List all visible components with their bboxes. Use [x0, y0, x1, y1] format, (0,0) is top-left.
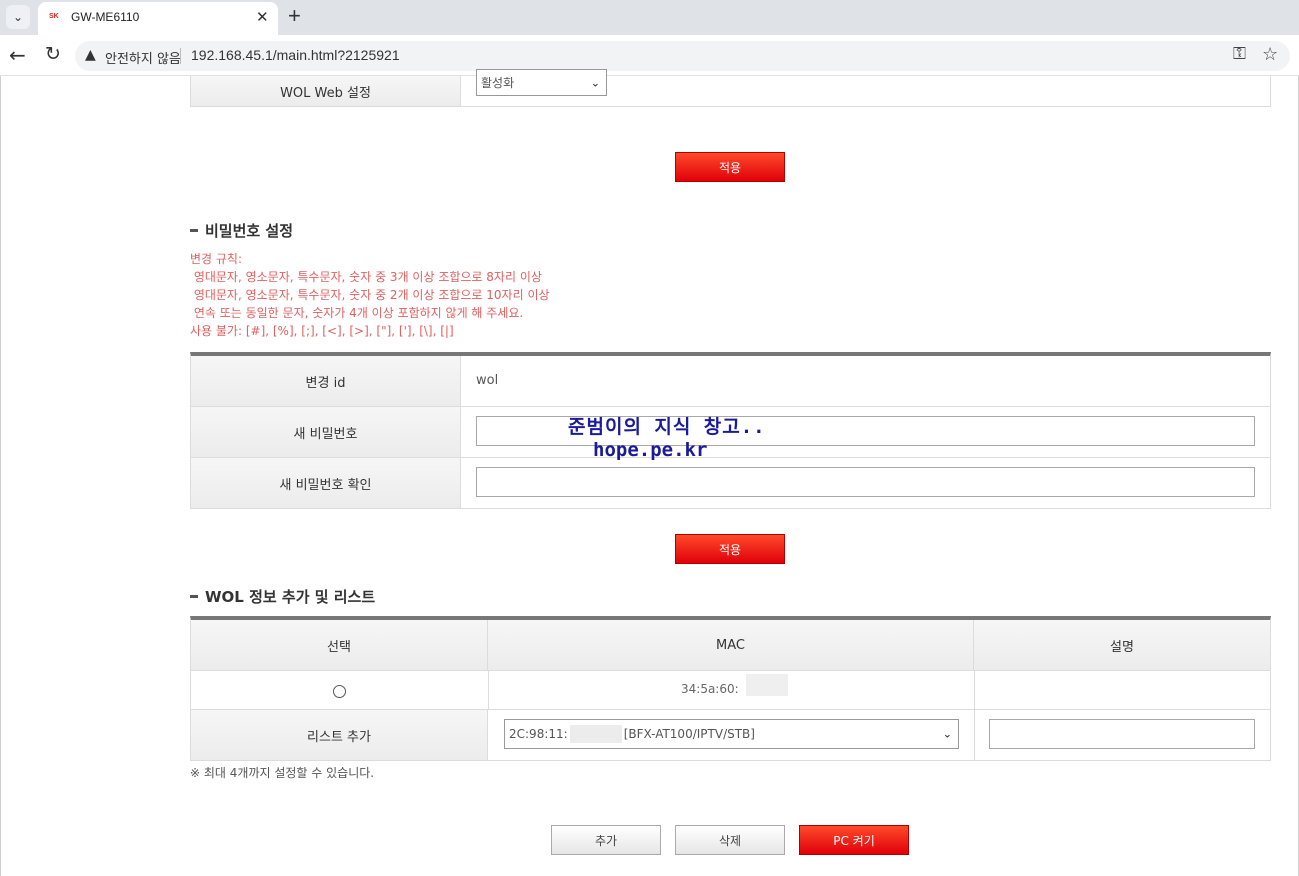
change-id-value: wol [476, 373, 499, 388]
header-mac: MAC [488, 620, 974, 670]
address-separator [180, 48, 181, 64]
max-entries-note: ※ 최대 4개까지 설정할 수 있습니다. [190, 766, 375, 780]
rule-line: 연속 또는 동일한 문자, 숫자가 4개 이상 포함하지 않게 해 주세요. [190, 306, 524, 320]
rule-line: 변경 규칙: [190, 252, 243, 266]
device-mac-suffix: [BFX-AT100/IPTV/STB] [623, 727, 755, 741]
browser-tab-bar: ⌄ SK GW-ME6110 ✕ + [0, 0, 1299, 35]
key-icon[interactable]: ⚿ [1233, 44, 1246, 64]
wol-web-table: WOL Web 설정 활성화 ⌄ [190, 69, 1271, 107]
rule-line: 영대문자, 영소문자, 특수문자, 숫자 중 2개 이상 조합으로 10자리 이… [190, 288, 550, 302]
wol-web-label: WOL Web 설정 [191, 76, 461, 106]
col-divider [488, 671, 489, 709]
section-bullet-icon [190, 229, 198, 232]
wol-list-table: 선택 MAC 설명 34:5a:60: 리스트 추가 2C:98:11: [BF… [190, 616, 1271, 761]
tab-list-button[interactable]: ⌄ [6, 5, 30, 29]
insecure-label[interactable]: 안전하지 않음 [105, 48, 181, 67]
table-row: 34:5a:60: [191, 671, 1270, 709]
col-divider [974, 671, 975, 709]
chevron-down-icon: ⌄ [12, 10, 24, 24]
star-icon[interactable]: ☆ [1262, 44, 1278, 65]
browser-tab[interactable]: SK GW-ME6110 ✕ [38, 2, 278, 35]
watermark-line-2: hope.pe.kr [593, 439, 708, 461]
back-arrow-icon[interactable]: ← [9, 43, 26, 67]
password-section-title: 비밀번호 설정 [190, 220, 293, 241]
change-id-label: 변경 id [191, 356, 461, 406]
sk-favicon-icon: SK [49, 13, 59, 20]
address-bar[interactable]: ▲ 안전하지 않음 192.168.45.1/main.html?2125921… [75, 41, 1290, 71]
watermark-line-1: 준범이의 지식 창고.. [568, 416, 766, 438]
row-select-radio[interactable] [333, 685, 346, 698]
close-icon[interactable]: ✕ [256, 8, 269, 26]
row-mac: 34:5a:60: [681, 682, 739, 696]
section-bullet-icon [190, 595, 198, 598]
mac-redaction [569, 725, 622, 743]
new-password-label: 새 비밀번호 [191, 407, 461, 457]
confirm-password-label: 새 비밀번호 확인 [191, 458, 461, 508]
col-divider [974, 710, 975, 760]
chevron-down-icon: ⌄ [590, 76, 600, 89]
device-mac-select[interactable]: 2C:98:11: [BFX-AT100/IPTV/STB] ⌄ [504, 719, 959, 749]
delete-button[interactable]: 삭제 [675, 825, 785, 855]
device-mac-prefix: 2C:98:11: [509, 727, 568, 741]
warning-icon: ▲ [85, 47, 96, 63]
confirm-password-input[interactable] [476, 467, 1255, 497]
wol-list-section-label: WOL 정보 추가 및 리스트 [205, 588, 376, 606]
new-tab-icon[interactable]: + [288, 3, 301, 29]
url-text[interactable]: 192.168.45.1/main.html?2125921 [191, 47, 400, 63]
wol-web-apply-button[interactable]: 적용 [675, 152, 785, 182]
add-list-label: 리스트 추가 [191, 710, 488, 760]
reload-icon[interactable]: ↻ [45, 43, 61, 65]
header-select: 선택 [191, 620, 488, 670]
description-input[interactable] [989, 719, 1255, 749]
browser-toolbar: ← ↻ ▲ 안전하지 않음 192.168.45.1/main.html?212… [0, 35, 1299, 76]
pc-power-on-button[interactable]: PC 켜기 [799, 825, 909, 855]
wol-web-select[interactable]: 활성화 ⌄ [476, 69, 607, 96]
rule-line: 사용 불가: [#], [%], [;], [<], [>], ["], [']… [190, 324, 454, 338]
wol-web-select-value: 활성화 [481, 76, 515, 90]
add-button[interactable]: 추가 [551, 825, 661, 855]
password-rules: 변경 규칙: 영대문자, 영소문자, 특수문자, 숫자 중 3개 이상 조합으로… [190, 250, 550, 340]
mac-redaction [746, 674, 788, 696]
password-section-label: 비밀번호 설정 [205, 222, 294, 240]
password-apply-button[interactable]: 적용 [675, 534, 785, 564]
router-admin-page: WOL Web 설정 활성화 ⌄ 적용 비밀번호 설정 변경 규칙: 영대문자,… [0, 69, 1299, 876]
tab-title: GW-ME6110 [71, 10, 140, 24]
chevron-down-icon: ⌄ [942, 727, 952, 741]
wol-list-section-title: WOL 정보 추가 및 리스트 [190, 586, 375, 607]
rule-line: 영대문자, 영소문자, 특수문자, 숫자 중 3개 이상 조합으로 8자리 이상 [190, 270, 542, 284]
header-description: 설명 [974, 620, 1270, 670]
